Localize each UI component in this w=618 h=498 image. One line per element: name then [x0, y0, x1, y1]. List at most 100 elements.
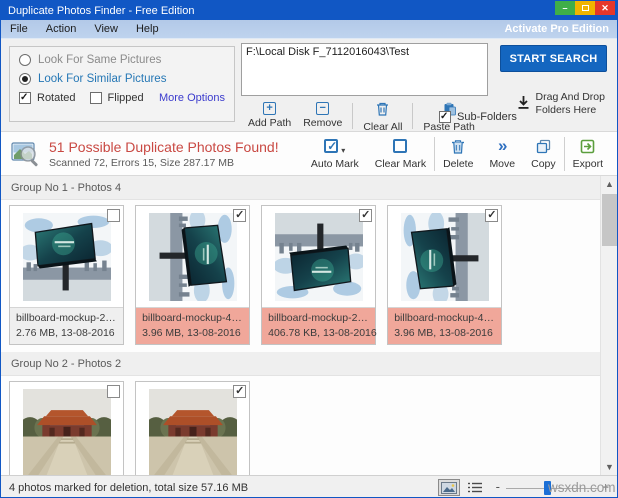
- photo-name: billboard-mockup-4 - Cop...: [142, 312, 243, 324]
- photo-thumbnail[interactable]: [388, 206, 501, 307]
- auto-mark-icon: [324, 139, 338, 153]
- add-path-icon: +: [263, 102, 276, 115]
- photo-thumbnail[interactable]: [136, 206, 249, 307]
- menu-file[interactable]: File: [1, 23, 37, 35]
- clear-mark-icon: [393, 139, 407, 153]
- flipped-checkbox[interactable]: [90, 92, 102, 104]
- auto-mark-button[interactable]: ▾ Auto Mark: [303, 132, 367, 175]
- delete-label: Delete: [443, 158, 473, 170]
- sub-folders-checkbox[interactable]: [439, 111, 451, 123]
- flipped-option: Flipped: [90, 92, 144, 104]
- photo-checkbox[interactable]: [485, 209, 498, 222]
- similar-pictures-radio[interactable]: [19, 73, 31, 85]
- activate-pro-link[interactable]: Activate Pro Edition: [504, 23, 617, 35]
- close-button[interactable]: ✕: [595, 1, 615, 15]
- photo-thumbnail[interactable]: [262, 206, 375, 307]
- menu-help[interactable]: Help: [127, 23, 168, 35]
- photo-card[interactable]: billboard-mockup-4 - Cop... 3.96 MB, 13-…: [135, 205, 250, 345]
- photo-image: [401, 213, 489, 301]
- same-pictures-option[interactable]: Look For Same Pictures: [19, 54, 225, 66]
- zoom-out-button[interactable]: -: [496, 479, 500, 494]
- window-title: Duplicate Photos Finder - Free Edition: [8, 5, 194, 17]
- view-controls: - wsxdn.com +: [434, 479, 609, 496]
- zoom-slider-thumb[interactable]: [544, 481, 551, 495]
- drop-arrow-icon: [517, 95, 530, 113]
- photo-image: [149, 389, 237, 476]
- minimize-button[interactable]: –: [555, 1, 575, 15]
- photo-checkbox[interactable]: [233, 209, 246, 222]
- export-button[interactable]: Export: [565, 132, 611, 175]
- photo-label: billboard-mockup-2.hdp 406.78 KB, 13-08-…: [262, 307, 375, 344]
- thumbnail-view-button[interactable]: [438, 479, 460, 496]
- photo-card[interactable]: billboard-mockup-4.png 3.96 MB, 13-08-20…: [387, 205, 502, 345]
- more-options-link[interactable]: More Options: [159, 92, 225, 104]
- photo-name: billboard-mockup-2.hdp: [268, 312, 369, 324]
- photo-label: billboard-mockup-4 - Cop... 3.96 MB, 13-…: [136, 307, 249, 344]
- menu-view[interactable]: View: [85, 23, 127, 35]
- search-path-value: F:\Local Disk F_7112016043\Test: [246, 46, 409, 58]
- photo-name: billboard-mockup-2.png: [16, 312, 117, 324]
- same-pictures-radio[interactable]: [19, 54, 31, 66]
- photo-checkbox[interactable]: [107, 209, 120, 222]
- group-section: Group No 1 - Photos 4 billboard-mockup-2…: [1, 176, 600, 352]
- photo-card[interactable]: [9, 381, 124, 475]
- photo-card[interactable]: [135, 381, 250, 475]
- photo-image: [149, 213, 237, 301]
- drag-drop-zone[interactable]: Drag And DropFolders Here: [517, 91, 605, 117]
- photo-checkbox[interactable]: [359, 209, 372, 222]
- separator: [352, 103, 353, 129]
- move-icon: »: [498, 138, 506, 155]
- delete-icon: [451, 138, 465, 155]
- results-header: 51 Possible Duplicate Photos Found! Scan…: [1, 131, 617, 176]
- list-view-button[interactable]: [464, 479, 486, 496]
- scrollbar-thumb[interactable]: [602, 194, 617, 246]
- modifier-options-row: Rotated Flipped More Options: [19, 92, 225, 104]
- search-path-list[interactable]: F:\Local Disk F_7112016043\Test: [241, 43, 488, 96]
- clear-mark-button[interactable]: Clear Mark: [367, 132, 434, 175]
- add-path-label: Add Path: [248, 117, 291, 129]
- auto-mark-dropdown-caret[interactable]: ▾: [341, 146, 345, 155]
- add-path-button[interactable]: + Add Path: [244, 101, 295, 130]
- photo-name: billboard-mockup-4.png: [394, 312, 495, 324]
- options-panel: Look For Same Pictures Look For Similar …: [1, 39, 617, 131]
- menu-action[interactable]: Action: [37, 23, 86, 35]
- scroll-up-arrow[interactable]: ▲: [601, 176, 617, 192]
- photo-meta: 406.78 KB, 13-08-2016: [268, 327, 369, 339]
- remove-path-label: Remove: [303, 117, 342, 129]
- photo-checkbox[interactable]: [107, 385, 120, 398]
- photo-thumbnail[interactable]: [10, 382, 123, 475]
- title-bar: Duplicate Photos Finder - Free Edition –…: [1, 1, 617, 20]
- zoom-slider[interactable]: wsxdn.com: [506, 480, 598, 496]
- same-pictures-label: Look For Same Pictures: [38, 54, 161, 66]
- move-button[interactable]: » Move: [481, 132, 523, 175]
- remove-path-button[interactable]: − Remove: [299, 101, 346, 130]
- maximize-button[interactable]: [575, 1, 595, 15]
- window-controls: – ✕: [555, 1, 617, 20]
- rotated-checkbox[interactable]: [19, 92, 31, 104]
- vertical-scrollbar[interactable]: ▲ ▼: [600, 176, 617, 475]
- clear-all-button[interactable]: Clear All: [359, 101, 406, 134]
- photo-label: billboard-mockup-4.png 3.96 MB, 13-08-20…: [388, 307, 501, 344]
- scroll-down-arrow[interactable]: ▼: [601, 459, 617, 475]
- separator: [412, 103, 413, 129]
- groups: Group No 1 - Photos 4 billboard-mockup-2…: [1, 176, 600, 475]
- start-search-button[interactable]: START SEARCH: [500, 45, 607, 72]
- results-toolbar: ▾ Auto Mark Clear Mark Delete » Move: [303, 132, 617, 175]
- photo-thumbnail[interactable]: [136, 382, 249, 475]
- search-mode-groupbox: Look For Same Pictures Look For Similar …: [9, 46, 235, 122]
- delete-button[interactable]: Delete: [435, 132, 481, 175]
- copy-button[interactable]: Copy: [523, 132, 564, 175]
- results-summary: 51 Possible Duplicate Photos Found! Scan…: [49, 139, 279, 169]
- photo-checkbox[interactable]: [233, 385, 246, 398]
- zoom-slider-track[interactable]: [506, 488, 598, 489]
- photo-card[interactable]: billboard-mockup-2.hdp 406.78 KB, 13-08-…: [261, 205, 376, 345]
- status-text: 4 photos marked for deletion, total size…: [9, 482, 248, 494]
- photo-card[interactable]: billboard-mockup-2.png 2.76 MB, 13-08-20…: [9, 205, 124, 345]
- similar-pictures-option[interactable]: Look For Similar Pictures: [19, 73, 225, 85]
- clear-mark-label: Clear Mark: [375, 158, 426, 170]
- export-icon: [580, 138, 595, 155]
- sub-folders-option[interactable]: Sub-Folders: [439, 111, 517, 123]
- start-search-label: START SEARCH: [510, 53, 598, 65]
- photo-thumbnail[interactable]: [10, 206, 123, 307]
- zoom-in-button[interactable]: +: [602, 480, 609, 494]
